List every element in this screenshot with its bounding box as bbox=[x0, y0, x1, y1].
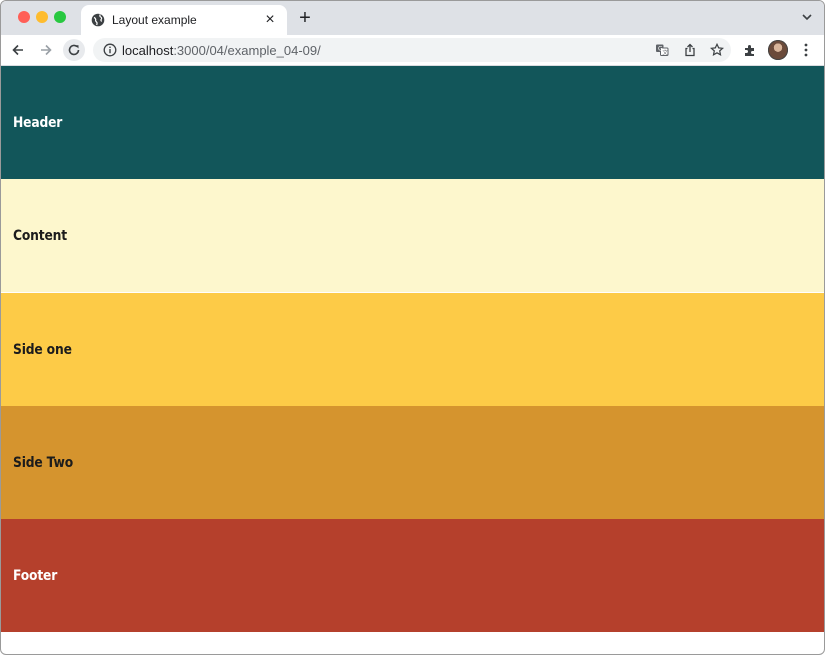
back-button[interactable] bbox=[7, 39, 29, 61]
star-icon[interactable] bbox=[710, 43, 724, 57]
browser-window: Layout example × + localhost:3000/04/exa… bbox=[0, 0, 825, 655]
browser-toolbar: localhost:3000/04/example_04-09/ G 文 bbox=[1, 35, 824, 66]
translate-icon[interactable]: G 文 bbox=[655, 43, 669, 57]
header-section: Header bbox=[1, 66, 824, 179]
side-two-label: Side Two bbox=[13, 454, 74, 471]
content-section: Content bbox=[1, 179, 824, 292]
window-minimize-button[interactable] bbox=[36, 11, 48, 23]
menu-icon[interactable] bbox=[799, 42, 813, 58]
svg-text:文: 文 bbox=[662, 48, 668, 56]
page-content: Header Content Side one Side Two Footer bbox=[1, 66, 824, 654]
address-bar[interactable]: localhost:3000/04/example_04-09/ G 文 bbox=[93, 38, 731, 62]
url-host: localhost bbox=[122, 43, 174, 58]
content-label: Content bbox=[13, 227, 67, 244]
forward-button[interactable] bbox=[35, 39, 57, 61]
reload-button[interactable] bbox=[63, 39, 85, 61]
side-two-section: Side Two bbox=[1, 406, 824, 519]
tab-close-icon[interactable]: × bbox=[261, 11, 279, 29]
url-text[interactable]: localhost:3000/04/example_04-09/ bbox=[122, 43, 321, 58]
chevron-down-icon[interactable] bbox=[800, 10, 814, 24]
url-path: :3000/04/example_04-09/ bbox=[173, 43, 321, 58]
tab-strip: Layout example × + bbox=[1, 1, 824, 35]
extensions-icon[interactable] bbox=[743, 43, 757, 57]
window-maximize-button[interactable] bbox=[54, 11, 66, 23]
window-close-button[interactable] bbox=[18, 11, 30, 23]
side-one-label: Side one bbox=[13, 341, 72, 358]
footer-section: Footer bbox=[1, 519, 824, 632]
side-one-section: Side one bbox=[1, 293, 824, 406]
new-tab-button[interactable]: + bbox=[295, 8, 315, 28]
avatar[interactable] bbox=[768, 40, 788, 60]
forward-icon bbox=[41, 44, 52, 56]
info-icon[interactable] bbox=[103, 43, 117, 57]
back-icon bbox=[12, 44, 23, 56]
header-label: Header bbox=[13, 114, 63, 131]
globe-icon bbox=[91, 13, 105, 27]
footer-label: Footer bbox=[13, 567, 58, 584]
reload-icon bbox=[68, 44, 80, 56]
share-icon[interactable] bbox=[683, 43, 697, 57]
browser-tab[interactable]: Layout example × bbox=[81, 5, 287, 35]
tab-title: Layout example bbox=[112, 13, 197, 27]
